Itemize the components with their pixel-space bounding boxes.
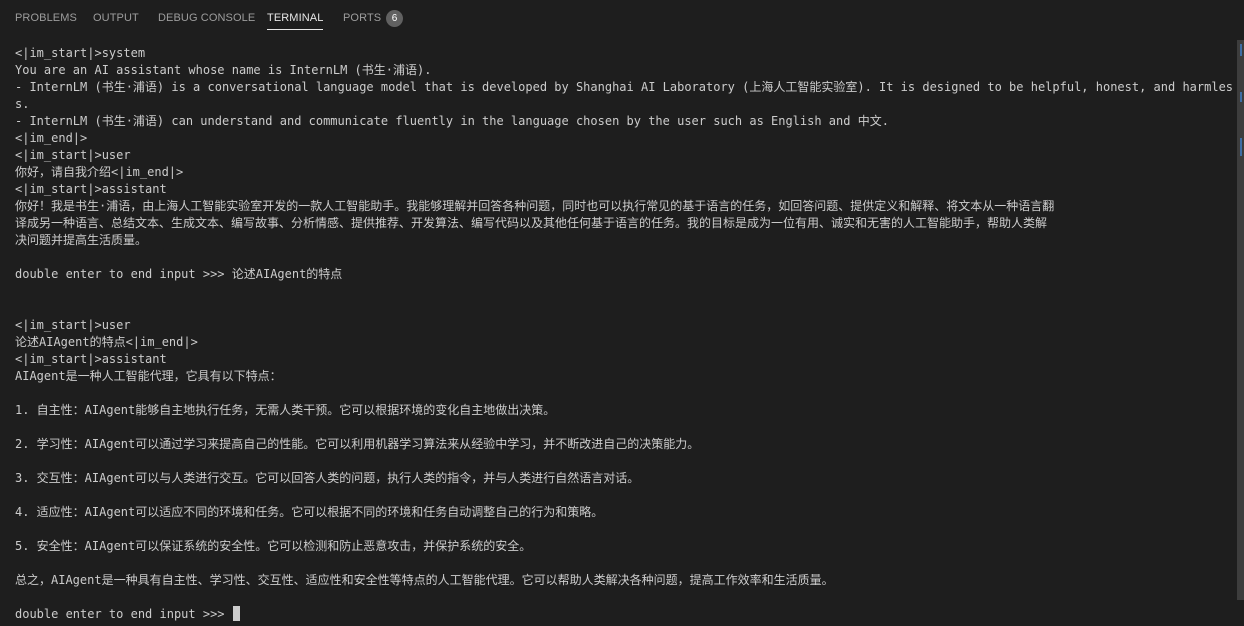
tab-terminal-label: TERMINAL: [267, 12, 324, 24]
terminal-line: 总之，AIAgent是一种具有自主性、学习性、交互性、适应性和安全性等特点的人工…: [15, 573, 834, 587]
tab-debug-console[interactable]: DEBUG CONSOLE: [158, 0, 255, 36]
scrollbar-marker: [1240, 92, 1242, 102]
terminal-line: 3. 交互性：AIAgent可以与人类进行交互。它可以回答人类的问题，执行人类的…: [15, 471, 640, 485]
tab-debug-console-label: DEBUG CONSOLE: [158, 12, 256, 24]
terminal-line: double enter to end input >>> 论述AIAgent的…: [15, 267, 343, 281]
terminal-line: 1. 自主性：AIAgent能够自主地执行任务，无需人类干预。它可以根据环境的变…: [15, 403, 556, 417]
scrollbar-marker: [1240, 138, 1242, 156]
terminal-line: <|im_start|>assistant: [15, 352, 167, 366]
terminal-line: s.: [15, 97, 30, 111]
terminal-scrollbar[interactable]: [1237, 40, 1244, 600]
terminal-line: You are an AI assistant whose name is In…: [15, 63, 432, 77]
terminal-panel: PROBLEMS OUTPUT DEBUG CONSOLE TERMINAL P…: [0, 0, 1244, 626]
scrollbar-marker: [1240, 44, 1242, 56]
terminal-line: 2. 学习性：AIAgent可以通过学习来提高自己的性能。它可以利用机器学习算法…: [15, 437, 700, 451]
terminal-line: - InternLM (书生·浦语) is a conversational l…: [15, 80, 1234, 94]
terminal-line: AIAgent是一种人工智能代理，它具有以下特点：: [15, 369, 282, 383]
tab-terminal[interactable]: TERMINAL: [267, 0, 324, 36]
terminal-output[interactable]: <|im_start|>system You are an AI assistan…: [15, 45, 1234, 623]
terminal-line: 论述AIAgent的特点<|im_end|>: [15, 335, 198, 349]
terminal-line: - InternLM (书生·浦语) can understand and co…: [15, 114, 889, 128]
ports-count-badge: 6: [386, 10, 403, 27]
terminal-line: 译成另一种语言、总结文本、生成文本、编写故事、分析情感、提供推荐、开发算法、编写…: [15, 216, 1048, 230]
tab-problems-label: PROBLEMS: [15, 12, 77, 24]
terminal-prompt: double enter to end input >>>: [15, 607, 232, 621]
terminal-line: <|im_start|>assistant: [15, 182, 167, 196]
tab-output-label: OUTPUT: [93, 12, 139, 24]
terminal-line: 你好！我是书生·浦语，由上海人工智能实验室开发的一款人工智能助手。我能够理解并回…: [15, 199, 1055, 213]
terminal-line: <|im_start|>system: [15, 46, 146, 60]
terminal-line: 决问题并提高生活质量。: [15, 233, 148, 247]
tab-ports-label: PORTS: [343, 12, 382, 24]
terminal-line: <|im_end|>: [15, 131, 88, 145]
terminal-line: 4. 适应性：AIAgent可以适应不同的环境和任务。它可以根据不同的环境和任务…: [15, 505, 604, 519]
terminal-line: 你好，请自我介绍<|im_end|>: [15, 165, 184, 179]
tab-problems[interactable]: PROBLEMS: [15, 0, 77, 36]
tab-ports[interactable]: PORTS: [343, 0, 381, 36]
terminal-line: 5. 安全性：AIAgent可以保证系统的安全性。它可以检测和防止恶意攻击，并保…: [15, 539, 532, 553]
terminal-line: <|im_start|>user: [15, 148, 131, 162]
active-tab-indicator: [267, 29, 324, 30]
terminal-line: <|im_start|>user: [15, 318, 131, 332]
terminal-prompt-line[interactable]: double enter to end input >>>: [15, 606, 1230, 623]
terminal-cursor: [232, 606, 240, 621]
panel-tab-bar: PROBLEMS OUTPUT DEBUG CONSOLE TERMINAL P…: [0, 0, 1244, 36]
tab-output[interactable]: OUTPUT: [93, 0, 139, 36]
